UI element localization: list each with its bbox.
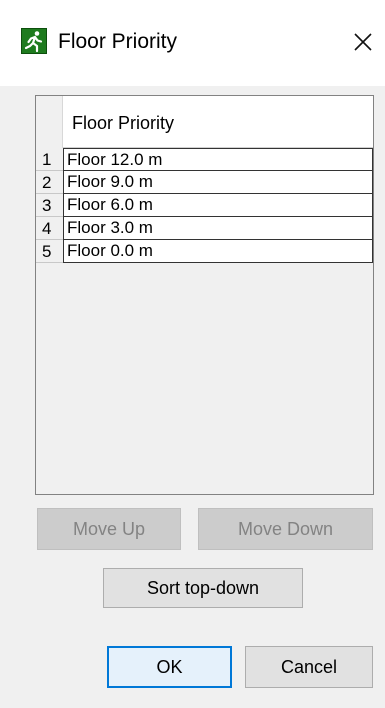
cancel-button[interactable]: Cancel (245, 646, 373, 688)
table-rows: 1 Floor 12.0 m 2 Floor 9.0 m 3 Floor 6.0… (36, 148, 373, 263)
table-row[interactable]: 2 Floor 9.0 m (36, 171, 373, 194)
table-row[interactable]: 3 Floor 6.0 m (36, 194, 373, 217)
ok-button[interactable]: OK (107, 646, 232, 688)
row-number[interactable]: 1 (36, 148, 63, 171)
table-row[interactable]: 5 Floor 0.0 m (36, 240, 373, 263)
floor-cell[interactable]: Floor 0.0 m (63, 240, 373, 263)
dialog-title: Floor Priority (58, 30, 178, 53)
floor-priority-table: Floor Priority 1 Floor 12.0 m 2 Floor 9.… (35, 95, 374, 495)
row-number[interactable]: 5 (36, 240, 63, 263)
row-number[interactable]: 3 (36, 194, 63, 217)
running-man-icon (21, 28, 47, 54)
sort-top-down-button[interactable]: Sort top-down (103, 568, 303, 608)
move-down-button[interactable]: Move Down (198, 508, 373, 550)
close-icon[interactable] (345, 24, 381, 60)
move-up-button[interactable]: Move Up (37, 508, 181, 550)
table-header: Floor Priority (36, 96, 373, 148)
floor-priority-dialog: Floor Priority Floor Priority 1 Floor 12… (0, 0, 385, 708)
table-row[interactable]: 4 Floor 3.0 m (36, 217, 373, 240)
table-row[interactable]: 1 Floor 12.0 m (36, 148, 373, 171)
header-corner[interactable] (36, 96, 63, 148)
floor-cell[interactable]: Floor 3.0 m (63, 217, 373, 240)
row-number[interactable]: 4 (36, 217, 63, 240)
row-number[interactable]: 2 (36, 171, 63, 194)
column-header-floor-priority[interactable]: Floor Priority (63, 96, 373, 148)
floor-cell[interactable]: Floor 6.0 m (63, 194, 373, 217)
title-bar: Floor Priority (0, 0, 385, 86)
floor-cell[interactable]: Floor 12.0 m (63, 148, 373, 171)
floor-cell[interactable]: Floor 9.0 m (63, 171, 373, 194)
